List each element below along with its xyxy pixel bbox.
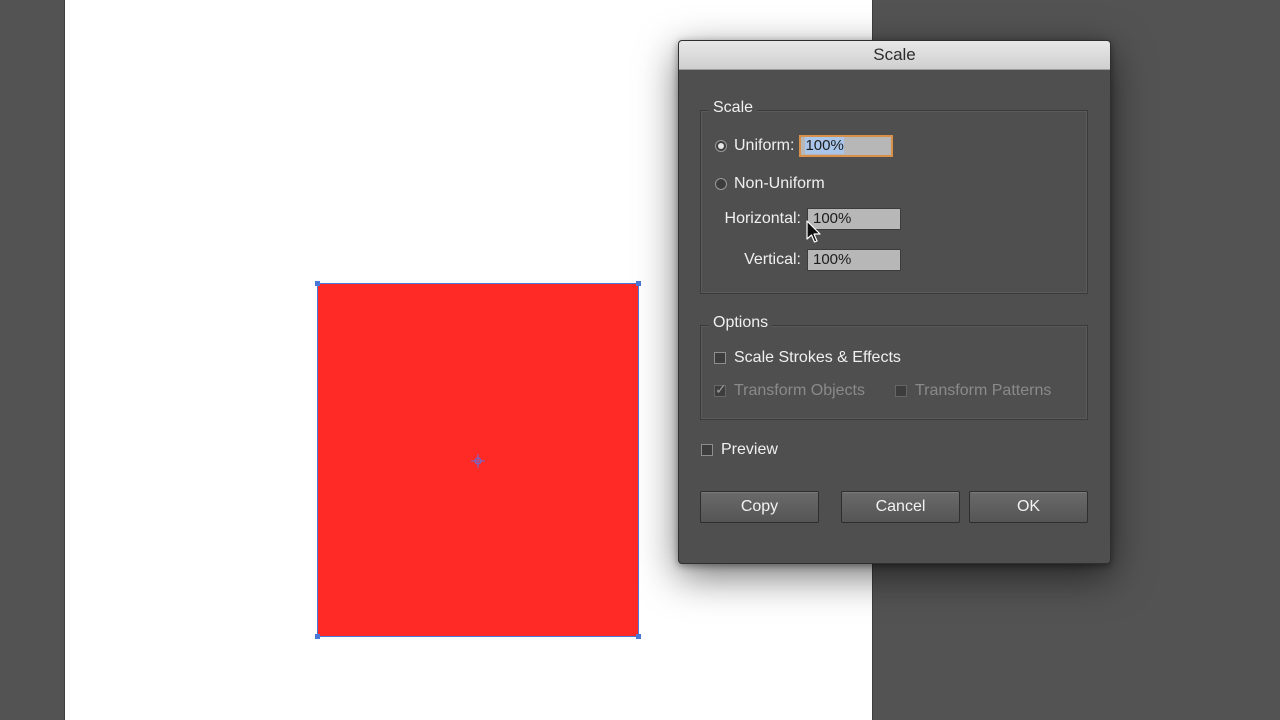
scale-strokes-row: Scale Strokes & Effects — [714, 349, 901, 367]
transform-patterns-row: Transform Patterns — [895, 382, 1051, 400]
transform-patterns-checkbox[interactable] — [895, 385, 907, 397]
uniform-label: Uniform: — [734, 137, 795, 154]
selection-handle-bottom-left[interactable] — [315, 634, 320, 639]
pasteboard-left — [0, 0, 65, 720]
scale-strokes-checkbox[interactable] — [714, 352, 726, 364]
transform-patterns-label: Transform Patterns — [915, 382, 1052, 399]
scale-dialog: Scale Scale Uniform: 100% Non-Uniform Ho… — [678, 40, 1111, 564]
cancel-button[interactable]: Cancel — [841, 491, 960, 523]
non-uniform-radio[interactable] — [715, 178, 727, 190]
preview-row: Preview — [701, 441, 778, 459]
selection-handle-bottom-right[interactable] — [636, 634, 641, 639]
selection-handle-top-right[interactable] — [636, 281, 641, 286]
uniform-value: 100% — [805, 137, 844, 154]
center-point-icon — [471, 454, 485, 468]
vertical-input[interactable]: 100% — [807, 249, 901, 271]
dialog-title: Scale — [679, 41, 1110, 70]
scale-strokes-label: Scale Strokes & Effects — [734, 349, 901, 366]
transform-objects-row: Transform Objects — [714, 381, 865, 400]
options-group: Options Scale Strokes & Effects Transfor… — [700, 314, 1088, 420]
scale-group: Scale Uniform: 100% Non-Uniform Horizont… — [700, 99, 1088, 294]
selected-red-rectangle[interactable] — [315, 281, 641, 639]
scale-group-label: Scale — [709, 99, 758, 117]
non-uniform-row: Non-Uniform — [715, 175, 825, 193]
vertical-row: Vertical: 100% — [715, 249, 901, 271]
copy-button[interactable]: Copy — [700, 491, 819, 523]
uniform-input[interactable]: 100% — [799, 135, 894, 157]
ok-button[interactable]: OK — [969, 491, 1088, 523]
vertical-label: Vertical: — [744, 251, 801, 268]
horizontal-label: Horizontal: — [724, 210, 801, 227]
transform-objects-label: Transform Objects — [734, 382, 865, 399]
uniform-row: Uniform: 100% — [715, 135, 894, 157]
non-uniform-label: Non-Uniform — [734, 175, 825, 192]
preview-label: Preview — [721, 441, 778, 458]
mouse-pointer-icon — [806, 220, 821, 243]
transform-objects-checkbox[interactable] — [714, 381, 727, 398]
selection-handle-top-left[interactable] — [315, 281, 320, 286]
options-group-label: Options — [709, 314, 773, 332]
preview-checkbox[interactable] — [701, 444, 713, 456]
uniform-radio[interactable] — [715, 140, 727, 152]
